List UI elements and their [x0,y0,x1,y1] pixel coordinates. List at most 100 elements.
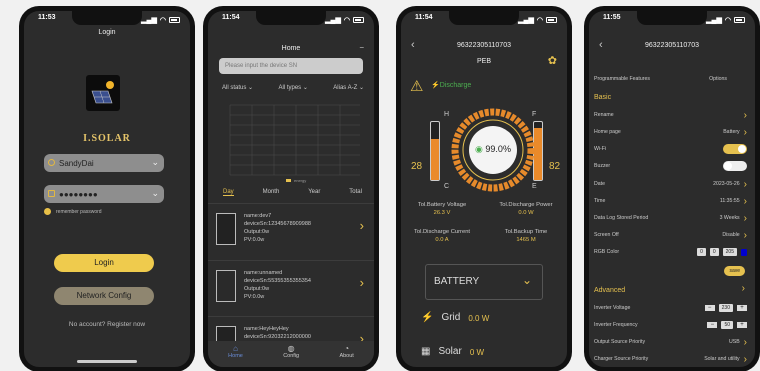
setting-date[interactable]: Date 2023-05-26 › [594,178,747,190]
register-link[interactable]: No account? Register now [24,321,190,328]
home-phone: 11:54 ▂▄▆ ◠ Home − Please input the device… [203,6,379,371]
login-button[interactable]: Login [54,254,154,272]
wifi-toggle[interactable] [723,144,747,154]
device-sn: deviceSn:55355355355354 [244,278,311,284]
battery-select-label: BATTERY [434,276,480,287]
bottom-tabbar: ⌂ Home ◍ Config ◔ About [208,341,374,367]
grid-row: ⚡ Grid 0.0 W [421,312,489,323]
setting-label: Home page [594,129,621,135]
chevron-down-icon[interactable]: ⌄ [151,157,159,168]
device-output: Output:0w [244,229,270,235]
chevron-right-icon: › [743,212,747,224]
page-title: Login [98,29,116,36]
setting-inverter-frequency: Inverter Frequency −50 + [594,320,747,330]
setting-rename[interactable]: Rename › [594,109,747,121]
plus-button[interactable]: + [737,322,747,328]
setting-label: Time [594,198,606,204]
battery-icon [734,16,745,23]
chevron-right-icon[interactable]: › [742,283,745,294]
energy-chart: energy [229,104,360,183]
device-icon [216,213,236,245]
chevron-right-icon: › [743,109,747,121]
solar-value: 0 W [469,348,485,357]
clock: 11:55 [603,14,621,21]
setting-value: 3 Weeks [719,215,740,221]
stat-value: 0.0 A [435,237,449,243]
setting-wifi: Wi-Fi [594,144,747,154]
tab-year[interactable]: Year [308,189,320,196]
section-basic: Basic [594,94,612,101]
settings-phone: 11:55 ▂▄▆ ◠ ‹ 96322305110703 Programmable … [584,6,760,371]
setting-output-source[interactable]: Output Source Priority USB › [594,337,747,348]
signal-icon: ▂▄▆ [141,16,157,24]
status-filter[interactable]: All status ⌄ [222,84,253,91]
temp-right: 82 [549,161,561,172]
setting-label: Data Log Stored Period [594,215,649,221]
setting-value: Battery [723,129,740,135]
device-icon [216,270,236,302]
voltage-value[interactable]: 230 [718,304,733,312]
buzzer-toggle[interactable] [723,161,747,171]
tab-month[interactable]: Month [263,189,280,196]
password-field[interactable]: ●●●●●●●● ⌄ [44,185,164,203]
chevron-right-icon[interactable]: › [360,218,364,233]
tab-config[interactable]: ◍ Config [283,344,299,367]
device-item[interactable]: name:dev7 deviceSn:12345678909988 Output:0… [208,203,374,255]
solar-label: Solar [438,346,462,357]
tab-label: About [339,353,354,359]
username-field[interactable]: SandyDai ⌄ [44,154,164,172]
gear-icon[interactable]: ✿ [548,54,557,67]
rgb-blue-input[interactable]: 205 [722,248,737,256]
device-item[interactable]: name:unnamed deviceSn:55355355355354 Outpu… [208,260,374,312]
peb-phone: 11:54 ▂▄▆ ◠ ‹ 96322305110703 PEB ✿ ⚠ ⚡Disc… [396,6,572,371]
signal-icon: ▂▄▆ [706,16,722,24]
setting-home-page[interactable]: Home page Battery › [594,127,747,138]
setting-datalog[interactable]: Data Log Stored Period 3 Weeks › [594,212,747,224]
setting-label: Rename [594,112,614,118]
battery-select[interactable]: BATTERY ⌄ [425,264,543,300]
menu-icon[interactable]: − [359,43,364,52]
section-advanced: Advanced [594,287,626,294]
setting-screen-off[interactable]: Screen Off Disable › [594,230,747,241]
clock: 11:53 [38,14,56,21]
minus-button[interactable]: − [704,305,715,311]
tab-label: Config [283,353,300,359]
setting-value: 2023-05-26 [713,181,740,187]
network-config-button[interactable]: Network Config [54,287,154,305]
remember-password[interactable]: remember password [44,208,102,215]
temp-tube-left [430,121,440,181]
tab-about[interactable]: ◔ About [339,344,353,367]
legend-label: energy [294,178,306,183]
plus-button[interactable]: + [737,305,747,311]
search-input[interactable]: Please input the device SN [219,58,363,74]
chevron-right-icon: › [743,178,747,190]
setting-charger-source[interactable]: Charger Source Priority Solar and utility… [594,354,747,365]
setting-value: Disable [722,232,740,238]
type-filter[interactable]: All types ⌄ [278,84,307,91]
save-button[interactable]: save [724,266,745,276]
minus-button[interactable]: − [707,322,718,328]
grid-label: Grid [441,312,461,323]
checkbox-icon[interactable] [44,208,51,215]
frequency-value[interactable]: 50 [721,321,733,329]
rgb-red-input[interactable]: 0 [697,248,706,256]
wifi-icon: ◠ [343,16,350,24]
globe-icon: ◍ [287,344,295,353]
status-bar: 11:54 ▂▄▆ ◠ [222,14,364,25]
setting-label: Output Source Priority [594,339,646,345]
rgb-green-input[interactable]: 0 [709,248,719,256]
setting-buzzer: Buzzer [594,161,747,171]
sort-filter[interactable]: Alias A-Z ⌄ [333,84,364,91]
setting-label: RGB Color [594,249,620,255]
tab-home[interactable]: ⌂ Home [228,344,243,367]
period-tabs: Day Month Year Total [223,189,362,196]
tab-day[interactable]: Day [223,189,234,196]
c-label: C [444,183,450,190]
tab-total[interactable]: Total [349,189,362,196]
chevron-down-icon[interactable]: ⌄ [151,188,159,199]
signal-icon: ▂▄▆ [518,16,534,24]
setting-time[interactable]: Time 11:35:55 › [594,196,747,207]
chevron-right-icon[interactable]: › [360,275,364,290]
battery-icon [353,16,364,23]
stat-value: 26.3 V [433,210,451,216]
